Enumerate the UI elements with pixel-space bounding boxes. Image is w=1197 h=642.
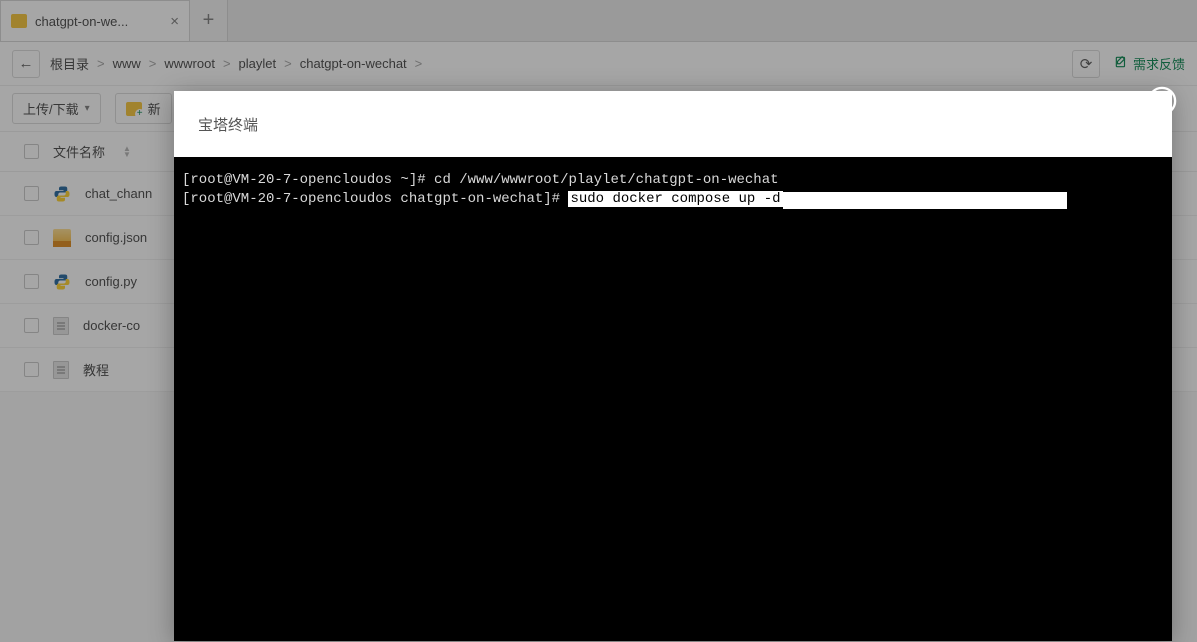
terminal-prompt: [root@VM-20-7-opencloudos ~]# bbox=[182, 172, 426, 188]
modal-close-button[interactable] bbox=[1146, 85, 1178, 117]
terminal-body[interactable]: [root@VM-20-7-opencloudos ~]# cd /www/ww… bbox=[174, 157, 1172, 641]
terminal-command-selected[interactable]: sudo docker compose up -d bbox=[568, 191, 782, 207]
terminal-command: cd /www/wwwroot/playlet/chatgpt-on-wecha… bbox=[434, 172, 778, 188]
modal-title: 宝塔终端 bbox=[174, 91, 1172, 157]
terminal-line: [root@VM-20-7-opencloudos ~]# cd /www/ww… bbox=[182, 171, 1164, 190]
selection-extend bbox=[783, 192, 1067, 209]
terminal-line: [root@VM-20-7-opencloudos chatgpt-on-wec… bbox=[182, 190, 1164, 209]
terminal-prompt: [root@VM-20-7-opencloudos chatgpt-on-wec… bbox=[182, 191, 560, 207]
terminal-modal: 宝塔终端 [root@VM-20-7-opencloudos ~]# cd /w… bbox=[174, 91, 1172, 641]
